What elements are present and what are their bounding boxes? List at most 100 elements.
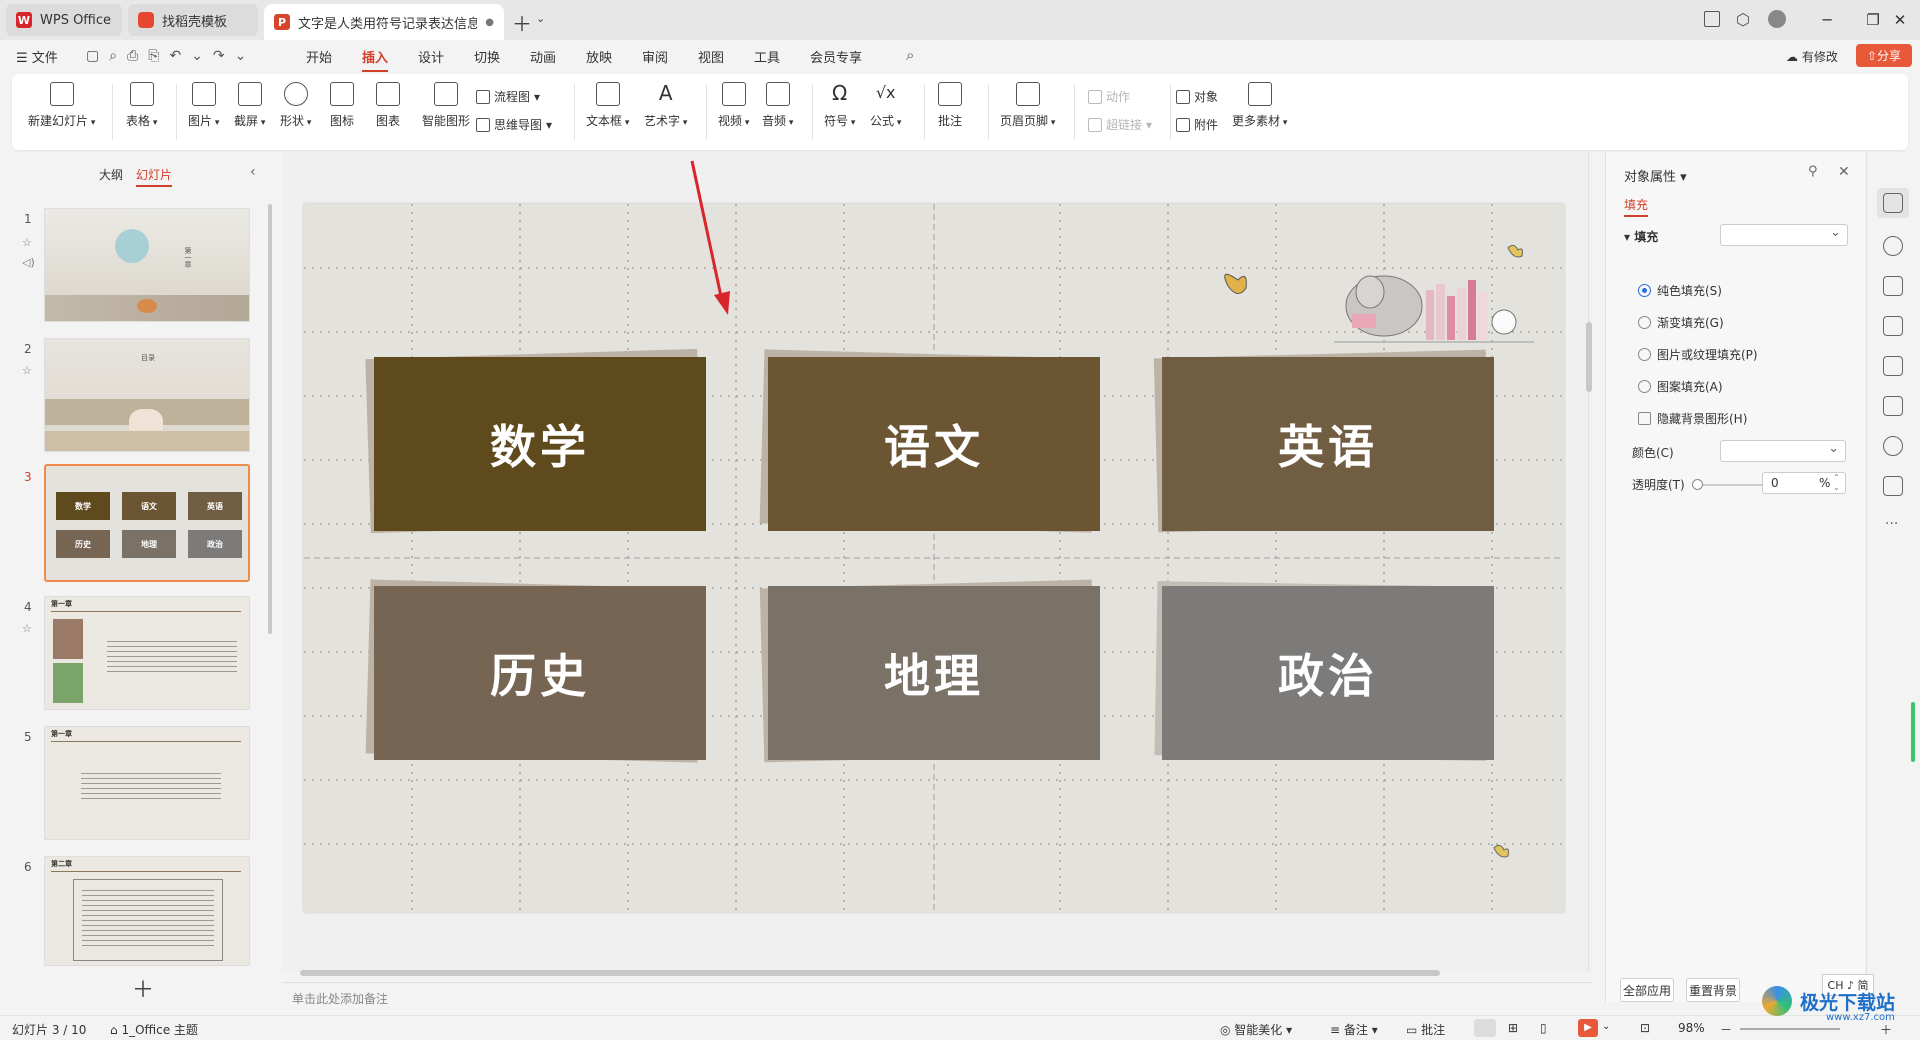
add-slide-icon[interactable]: ＋ [132, 972, 154, 1004]
mindmap-button[interactable]: 思维导图 ▾ [476, 116, 552, 133]
fill-section-header[interactable]: ▾ 填充 [1624, 228, 1658, 245]
canvas-hscroll[interactable] [300, 970, 1440, 976]
notes-placeholder[interactable]: 单击此处添加备注 [292, 990, 388, 1007]
video-button[interactable]: 视频 [718, 82, 749, 129]
chart-button[interactable]: 图表 [376, 82, 400, 129]
menu-review[interactable]: 审阅 [642, 47, 668, 66]
formula-button[interactable]: √x 公式 [870, 82, 901, 129]
share-button[interactable]: ⇧ 分享 [1856, 44, 1912, 67]
canvas-vscroll[interactable] [1586, 322, 1592, 392]
radio-solid[interactable] [1638, 284, 1651, 297]
tab-slides[interactable]: 幻灯片 [136, 166, 173, 187]
reset-background-button[interactable]: 重置背景 [1686, 978, 1740, 1002]
tab-list-chevron-icon[interactable]: ⌄ [536, 12, 545, 25]
layout-icon[interactable] [1704, 11, 1720, 27]
slide-thumbnail-3[interactable]: 数学 语文 英语 历史 地理 政治 [44, 464, 250, 582]
comments-button[interactable]: ▭ 批注 [1406, 1021, 1445, 1038]
star-icon[interactable]: ☆ [22, 364, 32, 377]
tab-document[interactable]: P 文字是人类用符号记录表达信息以 ● [264, 4, 504, 40]
action-button[interactable]: 动作 [1088, 88, 1130, 105]
cube-icon[interactable]: ⬡ [1736, 10, 1750, 29]
star-icon[interactable]: ☆ [22, 622, 32, 635]
card-geography[interactable]: 地理 [768, 586, 1100, 760]
object-button[interactable]: 对象 [1176, 88, 1218, 105]
share-icon[interactable] [1883, 476, 1903, 496]
star-icon[interactable] [1883, 236, 1903, 256]
panel-scrollbar[interactable] [268, 204, 272, 634]
color-dropdown[interactable] [1720, 440, 1846, 462]
slideshow-dropdown-icon[interactable]: ⌄ [1602, 1021, 1610, 1032]
play-slideshow-icon[interactable]: ▶ [1578, 1019, 1598, 1037]
slide-thumbnail-6[interactable]: 第二章 [44, 856, 250, 966]
notes-button[interactable]: ≡ 备注 ▾ [1330, 1021, 1378, 1038]
tab-fill[interactable]: 填充 [1624, 196, 1649, 217]
menu-member[interactable]: 会员专享 [810, 47, 862, 66]
zoom-out-icon[interactable]: － [1720, 1021, 1732, 1038]
fill-type-dropdown[interactable] [1720, 224, 1848, 246]
audio-indicator-icon[interactable]: ◁) [22, 256, 35, 269]
zoom-level[interactable]: 98% [1678, 1021, 1705, 1035]
menu-insert[interactable]: 插入 [362, 47, 389, 72]
new-slide-button[interactable]: 新建幻灯片 [28, 82, 95, 129]
screenshot-button[interactable]: 截屏 [234, 82, 265, 129]
zoom-slider[interactable] [1740, 1028, 1840, 1030]
pin-icon[interactable]: ⚲ [1808, 164, 1818, 179]
tools-icon[interactable] [1883, 356, 1903, 376]
table-button[interactable]: 表格 [126, 82, 157, 129]
option-picture-fill[interactable]: 图片或纹理填充(P) [1638, 346, 1758, 363]
picture-button[interactable]: 图片 [188, 82, 219, 129]
option-gradient-fill[interactable]: 渐变填充(G) [1638, 314, 1724, 331]
menu-view[interactable]: 视图 [698, 47, 724, 66]
close-icon[interactable]: ✕ [1880, 0, 1920, 40]
zoom-in-icon[interactable]: ＋ [1880, 1021, 1892, 1038]
copy-icon[interactable] [1883, 276, 1903, 296]
card-politics[interactable]: 政治 [1162, 586, 1494, 760]
slider-handle[interactable] [1692, 479, 1703, 490]
new-tab-icon[interactable]: ＋ [512, 8, 532, 37]
slide-thumbnail-5[interactable]: 第一章 [44, 726, 250, 840]
avatar[interactable] [1768, 10, 1786, 28]
checkbox[interactable] [1638, 412, 1651, 425]
quick-access-icons[interactable]: ▢⌕⎙⎘↶⌄↷⌄ [86, 48, 256, 64]
hyperlink-button[interactable]: 超链接 ▾ [1088, 116, 1152, 133]
wordart-button[interactable]: A 艺术字 [644, 82, 687, 129]
smart-beautify-button[interactable]: ◎ 智能美化 ▾ [1220, 1021, 1292, 1038]
collapse-panel-icon[interactable]: ‹ [250, 164, 256, 180]
more-materials-button[interactable]: 更多素材 [1232, 82, 1287, 129]
comment-button[interactable]: 批注 [938, 82, 962, 129]
card-math[interactable]: 数学 [374, 357, 706, 531]
radio-gradient[interactable] [1638, 316, 1651, 329]
slide-thumbnail-4[interactable]: 第一章 [44, 596, 250, 710]
card-english[interactable]: 英语 [1162, 357, 1494, 531]
transparency-slider[interactable] [1696, 484, 1768, 486]
image-icon[interactable] [1883, 316, 1903, 336]
help-icon[interactable] [1883, 436, 1903, 456]
header-footer-button[interactable]: 页眉页脚 [1000, 82, 1055, 129]
slide-thumbnail-2[interactable]: 目录 [44, 338, 250, 452]
menu-tools[interactable]: 工具 [754, 47, 780, 66]
radio-pattern[interactable] [1638, 380, 1651, 393]
menu-design[interactable]: 设计 [418, 47, 444, 66]
minimize-icon[interactable]: ─ [1804, 0, 1850, 40]
slide-thumbnail-1[interactable]: 第一章 [44, 208, 250, 322]
audio-button[interactable]: 音频 [762, 82, 793, 129]
card-history[interactable]: 历史 [374, 586, 706, 760]
transparency-input[interactable]: 0 % ⌃ ⌄ [1762, 472, 1846, 494]
close-panel-icon[interactable]: ✕ [1838, 164, 1850, 180]
attachment-button[interactable]: 附件 [1176, 116, 1218, 133]
book-icon[interactable] [1883, 396, 1903, 416]
card-chinese[interactable]: 语文 [768, 357, 1100, 531]
panel-title[interactable]: 对象属性 ▾ [1624, 166, 1687, 185]
has-changes-button[interactable]: ☁ 有修改 [1786, 48, 1838, 65]
symbol-button[interactable]: Ω 符号 [824, 82, 855, 129]
flowchart-button[interactable]: 流程图 ▾ [476, 88, 540, 105]
shape-button[interactable]: 形状 [280, 82, 311, 129]
menu-home[interactable]: 开始 [306, 47, 332, 66]
textbox-button[interactable]: 文本框 [586, 82, 629, 129]
theme-name[interactable]: ⌂ 1_Office 主题 [110, 1021, 198, 1038]
tab-outline[interactable]: 大纲 [99, 166, 123, 183]
tab-wps-office[interactable]: W WPS Office [6, 4, 122, 36]
option-solid-fill[interactable]: 纯色填充(S) [1638, 282, 1722, 299]
normal-view-icon[interactable] [1474, 1019, 1496, 1037]
slide-3[interactable]: 数学 语文 英语 历史 地理 政治 [304, 204, 1564, 912]
